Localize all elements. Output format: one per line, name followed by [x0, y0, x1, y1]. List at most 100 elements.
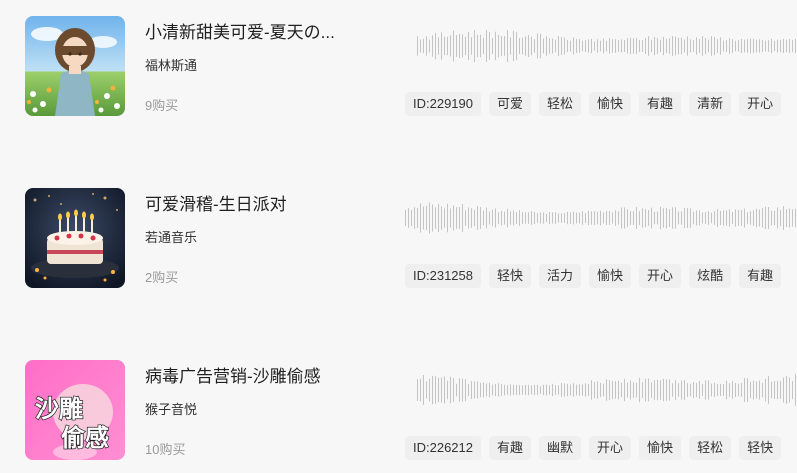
waveform-bar	[699, 381, 700, 399]
waveform-bar	[642, 208, 643, 228]
waveform[interactable]	[400, 198, 797, 238]
waveform-bar	[732, 381, 733, 399]
waveform-bar	[543, 212, 544, 224]
waveform-bar	[756, 39, 757, 53]
waveform-bar	[513, 30, 514, 62]
waveform-bar	[594, 41, 595, 51]
waveform-bar	[468, 383, 469, 397]
waveform-bar	[687, 383, 688, 397]
track-item[interactable]: 沙雕 偷感 病毒广告营销-沙雕偷感 猴子音悦 10购买 ID:226212 有趣幽…	[0, 360, 797, 460]
waveform-bar	[696, 210, 697, 226]
waveform-bar	[570, 40, 571, 52]
waveform-bar	[489, 32, 490, 60]
waveform-bar	[444, 208, 445, 228]
waveform-bar	[657, 379, 658, 401]
waveform[interactable]	[400, 370, 797, 410]
waveform-bar	[735, 209, 736, 227]
waveform-bar	[729, 383, 730, 397]
waveform-bar	[519, 210, 520, 226]
waveform-bar	[564, 383, 565, 397]
tag-item[interactable]: 幽默	[539, 436, 582, 460]
waveform[interactable]	[400, 26, 797, 66]
waveform-bar	[438, 377, 439, 403]
waveform-bar	[573, 37, 574, 55]
track-title[interactable]: 可爱滑稽-生日派对	[145, 190, 355, 215]
waveform-bar	[753, 38, 754, 54]
waveform-bar	[534, 211, 535, 225]
tag-item[interactable]: 愉快	[589, 264, 632, 288]
track-artist[interactable]: 猴子音悦	[145, 399, 197, 418]
track-item[interactable]: 小清新甜美可爱-夏天の... 福林斯通 9购买 ID:229190 可爱 轻松 愉快有…	[0, 16, 797, 116]
tag-item[interactable]: 愉快	[589, 92, 632, 116]
track-cover[interactable]	[25, 188, 125, 288]
tag-item[interactable]: 可爱	[489, 92, 532, 116]
track-artist[interactable]: 若通音乐	[145, 227, 197, 246]
tag-item[interactable]: 轻松	[539, 92, 582, 116]
tag-item[interactable]: 有趣	[489, 436, 532, 460]
waveform-bar	[501, 36, 502, 56]
waveform-bar	[741, 209, 742, 227]
tag-item[interactable]: 有趣	[639, 92, 682, 116]
track-title[interactable]: 小清新甜美可爱-夏天の...	[145, 18, 355, 43]
tag-item[interactable]: 活力	[539, 264, 582, 288]
waveform-bar	[525, 212, 526, 224]
waveform-bar	[567, 383, 568, 397]
waveform-bar	[453, 378, 454, 402]
waveform-bar	[549, 38, 550, 54]
waveform-bar	[555, 212, 556, 224]
waveform-bar	[438, 203, 439, 233]
waveform-bar	[621, 207, 622, 229]
waveform-bar	[585, 383, 586, 397]
tag-item[interactable]: 开心	[739, 92, 782, 116]
waveform-bar	[723, 384, 724, 396]
waveform-bar	[777, 207, 778, 229]
waveform-bar	[495, 31, 496, 61]
waveform-bar	[570, 384, 571, 396]
waveform-bar	[675, 207, 676, 229]
tag-item[interactable]: 炫酷	[689, 264, 732, 288]
waveform-bar	[441, 32, 442, 60]
tag-item[interactable]: 清新	[689, 92, 732, 116]
waveform-bar	[753, 380, 754, 400]
waveform-bar	[603, 212, 604, 224]
waveform-bar	[756, 208, 757, 228]
tag-item[interactable]: 开心	[589, 436, 632, 460]
waveform-bar	[771, 210, 772, 226]
track-cover[interactable]	[25, 16, 125, 116]
waveform-bar	[591, 38, 592, 54]
waveform-bar	[501, 210, 502, 226]
tag-item[interactable]: 开心	[639, 264, 682, 288]
tag-item[interactable]: 轻快	[489, 264, 532, 288]
tag-list: ID:231258 轻快 活力 愉快 开心 炫酷 有趣	[405, 264, 797, 288]
waveform-bar	[429, 39, 430, 53]
waveform-bar	[684, 39, 685, 53]
tag-item[interactable]: 轻松	[689, 436, 732, 460]
waveform-bar	[618, 211, 619, 225]
waveform-bar	[561, 213, 562, 223]
waveform-bar	[783, 206, 784, 230]
track-artist[interactable]: 福林斯通	[145, 55, 197, 74]
waveform-bar	[504, 211, 505, 225]
waveform-bar	[606, 379, 607, 401]
waveform-bar	[726, 380, 727, 400]
waveform-bar	[687, 36, 688, 56]
waveform-bar	[435, 32, 436, 60]
waveform-bar	[738, 383, 739, 397]
waveform-bar	[657, 37, 658, 55]
waveform-bar	[681, 37, 682, 55]
track-cover[interactable]: 沙雕 偷感	[25, 360, 125, 460]
track-item[interactable]: 可爱滑稽-生日派对 若通音乐 2购买 ID:231258 轻快 活力 愉快 开心 炫酷 有趣	[0, 188, 797, 288]
waveform-bar	[459, 378, 460, 402]
tag-item[interactable]: 轻快	[739, 436, 782, 460]
waveform-bar	[420, 378, 421, 402]
tag-item[interactable]: 有趣	[739, 264, 782, 288]
waveform-bar	[729, 38, 730, 54]
purchase-count: 9购买	[145, 98, 179, 113]
birthday-cake-icon	[25, 188, 125, 288]
waveform-bar	[699, 210, 700, 226]
waveform-bar	[495, 208, 496, 228]
waveform-bar	[594, 381, 595, 399]
track-title[interactable]: 病毒广告营销-沙雕偷感	[145, 362, 355, 387]
tag-item[interactable]: 愉快	[639, 436, 682, 460]
waveform-bar	[756, 381, 757, 399]
